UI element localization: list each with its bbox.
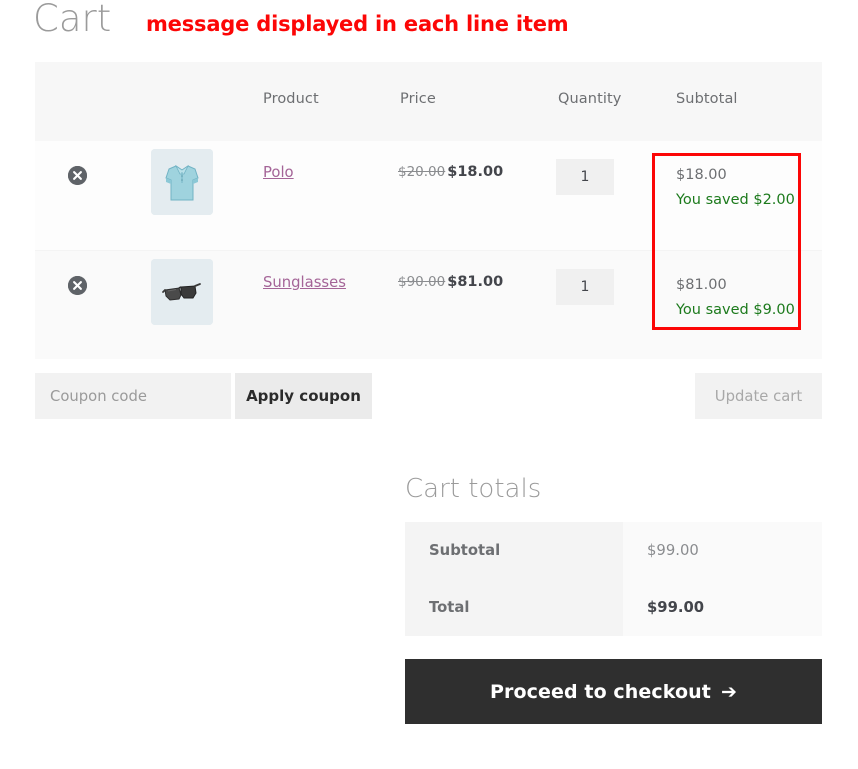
page-title: Cart [33,0,112,40]
totals-label-subtotal: Subtotal [405,522,623,579]
apply-coupon-button[interactable]: Apply coupon [235,373,372,419]
remove-item-icon[interactable] [68,276,87,295]
column-header-subtotal: Subtotal [676,91,738,107]
cart-row: Polo $20.00 $18.00 1 $18.00 You saved $2.… [35,141,822,250]
quantity-input[interactable]: 1 [556,159,614,195]
cart-row: Sunglasses $90.00 $81.00 1 $81.00 You sav… [35,250,822,359]
cart-totals-table: Subtotal $99.00 Total $99.00 [405,522,822,636]
totals-label-total: Total [405,579,623,636]
subtotal-cell: $81.00 You saved $9.00 [676,273,826,323]
column-header-price: Price [400,91,436,107]
quantity-input[interactable]: 1 [556,269,614,305]
price-original: $90.00 [398,274,446,290]
product-link[interactable]: Polo [263,164,294,181]
cart-table: Product Price Quantity Subtotal Polo $20… [35,62,822,359]
saved-message: You saved $2.00 [676,192,795,208]
proceed-to-checkout-button[interactable]: Proceed to checkout ➔ [405,659,822,724]
cart-table-header: Product Price Quantity Subtotal [35,62,822,141]
product-thumbnail-polo[interactable] [151,149,213,215]
subtotal-amount: $81.00 [676,277,727,293]
totals-value-total: $99.00 [623,579,822,636]
cart-actions-row: Apply coupon Update cart [35,373,822,419]
price-sale: $18.00 [447,164,504,180]
arrow-right-icon: ➔ [720,680,737,703]
update-cart-button[interactable]: Update cart [695,373,822,419]
totals-row-subtotal: Subtotal $99.00 [405,522,822,579]
price-original: $20.00 [398,164,446,180]
product-price: $20.00 $18.00 [398,164,503,180]
column-header-product: Product [263,91,319,107]
totals-row-total: Total $99.00 [405,579,822,636]
subtotal-amount: $18.00 [676,167,727,183]
cart-totals-section: Cart totals Subtotal $99.00 Total $99.00 [405,472,822,636]
price-sale: $81.00 [447,274,504,290]
cart-totals-title: Cart totals [405,474,542,504]
product-thumbnail-sunglasses[interactable] [151,259,213,325]
column-header-quantity: Quantity [558,91,622,107]
annotation-label: message displayed in each line item [146,12,569,36]
saved-message: You saved $9.00 [676,302,795,318]
cart-page: Cart message displayed in each line item… [0,0,858,769]
remove-item-icon[interactable] [68,166,87,185]
subtotal-cell: $18.00 You saved $2.00 [676,163,826,213]
totals-value-subtotal: $99.00 [623,522,822,579]
coupon-code-input[interactable] [35,373,231,419]
checkout-label: Proceed to checkout [489,680,711,703]
product-price: $90.00 $81.00 [398,274,503,290]
product-link[interactable]: Sunglasses [263,274,346,291]
